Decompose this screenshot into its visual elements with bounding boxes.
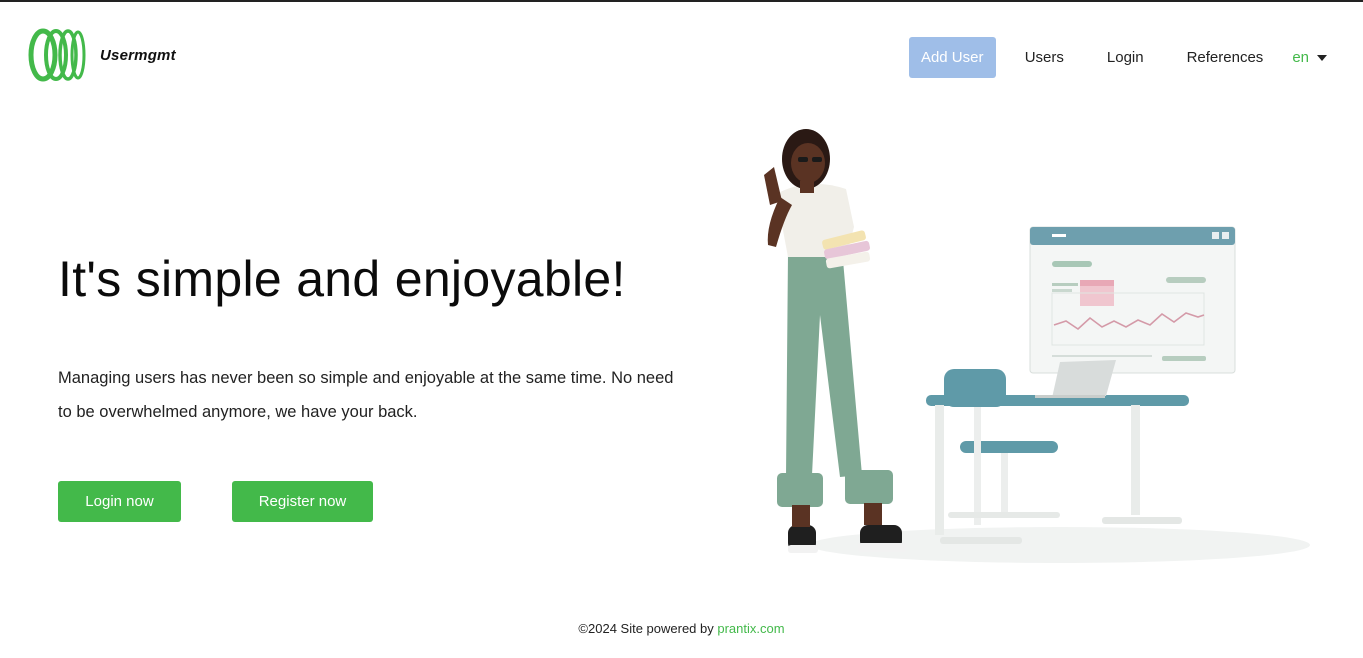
nav-users-link[interactable]: Users [1025,49,1064,66]
main-nav: Add User Users Login References en [908,37,1327,78]
brand-name: Usermgmt [100,46,176,64]
dashboard-window-illustration [1029,226,1236,374]
nav-references-link[interactable]: References [1187,49,1264,66]
hero-title: It's simple and enjoyable! [58,251,626,307]
hero-description: Managing users has never been so simple … [58,369,674,421]
add-user-button[interactable]: Add User [908,37,996,78]
woman-illustration [764,129,906,553]
register-now-button[interactable]: Register now [232,481,373,522]
brand[interactable]: Usermgmt [28,28,176,82]
chevron-down-icon [1317,54,1327,61]
login-now-button[interactable]: Login now [58,481,181,522]
language-label: en [1292,49,1309,66]
footer-powered-by-link[interactable]: prantix.com [717,621,784,636]
language-selector[interactable]: en [1292,49,1327,66]
footer-copyright: ©2024 Site powered by [578,621,718,636]
logo-icon [28,28,86,82]
site-footer: ©2024 Site powered by prantix.com [0,621,1363,636]
site-header: Usermgmt Add User Users Login References… [0,2,1363,112]
nav-login-link[interactable]: Login [1107,49,1144,66]
hero-illustration [764,129,1310,563]
chair-illustration [944,369,1060,525]
